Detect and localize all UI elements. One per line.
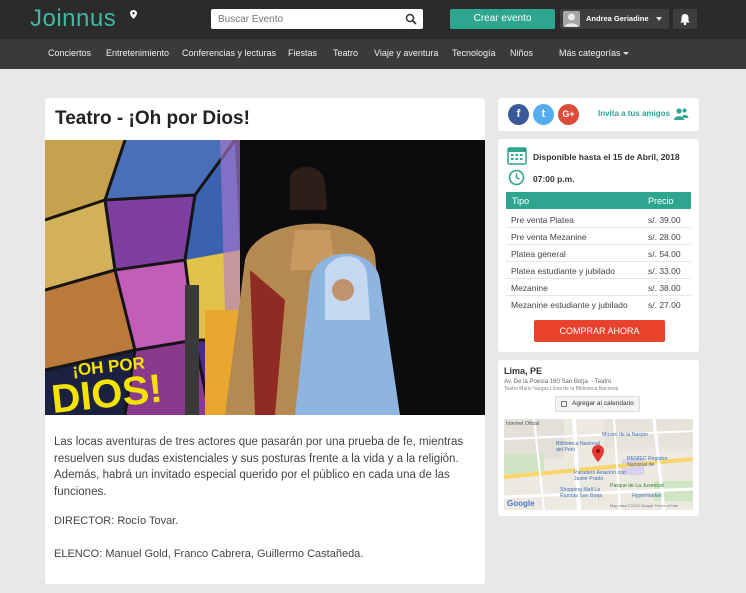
search-input[interactable] <box>211 9 391 30</box>
twitter-icon[interactable]: t <box>533 104 554 125</box>
event-cast: ELENCO: Manuel Gold, Franco Cabrera, Gui… <box>54 548 364 560</box>
ticket-type: Mezanine <box>511 283 548 293</box>
checkbox-icon <box>561 401 567 407</box>
ticket-type: Platea general <box>511 249 566 259</box>
nav-item-tecnologia[interactable]: Tecnología <box>452 48 496 58</box>
page-title: Teatro - ¡Oh por Dios! <box>55 108 250 129</box>
table-row: Platea estudiante y jubilado s/. 33.00 <box>506 262 691 279</box>
add-friends-icon[interactable] <box>673 106 689 122</box>
event-image[interactable]: ¡OH POR DIOS! <box>45 140 485 415</box>
nav-item-conciertos[interactable]: Conciertos <box>48 48 91 58</box>
google-plus-icon[interactable]: G+ <box>558 104 579 125</box>
create-event-button[interactable]: Crear evento <box>450 9 555 29</box>
bell-icon <box>680 14 690 26</box>
map-label: Museo de la Nación <box>602 432 648 438</box>
location-venue: Teatro Mario Vargas Llosa de la Bibliote… <box>504 386 619 392</box>
ticket-type: Mezanine estudiante y jubilado <box>511 300 628 310</box>
user-name: Andrea Geriadine <box>586 14 649 23</box>
nav-item-viaje[interactable]: Viaje y aventura <box>374 48 438 58</box>
search-icon[interactable] <box>405 13 417 25</box>
nav-item-ninos[interactable]: Niños <box>510 48 533 58</box>
table-row: Platea general s/. 54.00 <box>506 245 691 262</box>
buy-now-button[interactable]: COMPRAR AHORA <box>534 320 665 342</box>
location-address: Av. De la Poesía 160 San Borja. - Teatro <box>504 379 612 385</box>
event-time: 07:00 p.m. <box>533 174 575 184</box>
location-pin-icon <box>130 10 137 19</box>
chevron-down-icon <box>656 17 662 21</box>
ticket-price: s/. 38.00 <box>648 283 681 293</box>
nav-item-entretenimiento[interactable]: Entretenimiento <box>106 48 169 58</box>
table-row: Mezanine s/. 38.00 <box>506 279 691 296</box>
ticket-type: Pre venta Platea <box>511 215 574 225</box>
chevron-down-icon <box>623 52 629 55</box>
event-card: Teatro - ¡Oh por Dios! ¡OH POR DIOS! Las… <box>45 98 485 584</box>
nav-item-conferencias[interactable]: Conferencias y lecturas <box>182 48 276 58</box>
ticket-price: s/. 33.00 <box>648 266 681 276</box>
map-label: Hypermarket <box>632 493 662 499</box>
table-row: Pre venta Mezanine s/. 28.00 <box>506 228 691 245</box>
nav-item-teatro[interactable]: Teatro <box>333 48 358 58</box>
search-box <box>211 9 423 30</box>
ticket-price: s/. 27.00 <box>648 300 681 310</box>
availability-date: Disponible hasta el 15 de Abril, 2018 <box>533 152 680 162</box>
notifications-button[interactable] <box>673 9 697 29</box>
price-table-header: Tipo Precio <box>506 192 691 209</box>
location-map[interactable]: Internet Oficial Museo de la Nación Bibl… <box>504 419 693 510</box>
map-label: Biblioteca Nacional del Perú <box>556 441 601 453</box>
map-label: Shopping Mall La Rambla San Borja <box>560 487 603 499</box>
table-row: Mezanine estudiante y jubilado s/. 27.00 <box>506 296 691 313</box>
col-type: Tipo <box>512 196 530 206</box>
col-price: Precio <box>648 196 674 206</box>
map-label: Paradero Aviación con Javier Prado <box>574 470 626 482</box>
location-card: Lima, PE Av. De la Poesía 160 San Borja.… <box>498 360 699 516</box>
user-menu[interactable]: Andrea Geriadine <box>560 9 669 29</box>
map-label: RENIEC Registro Nacional de <box>627 456 668 468</box>
avatar <box>563 11 580 27</box>
map-label: Parque de La Juventud <box>610 483 664 489</box>
ticket-price: s/. 54.00 <box>648 249 681 259</box>
invite-friends-link[interactable]: Invita a tus amigos <box>598 109 670 118</box>
logo[interactable]: Joinnus <box>30 5 116 33</box>
nav-item-mas-categorias[interactable]: Más categorías <box>559 48 621 58</box>
ticket-price: s/. 39.00 <box>648 215 681 225</box>
ticket-type: Pre venta Mezanine <box>511 232 587 242</box>
google-logo: Google <box>507 499 535 508</box>
event-director: DIRECTOR: Rocío Tovar. <box>54 515 179 527</box>
clock-icon <box>508 169 525 186</box>
top-bar: Joinnus Crear evento Andrea Geriadine <box>0 0 746 39</box>
ticket-type: Platea estudiante y jubilado <box>511 266 615 276</box>
facebook-icon[interactable]: f <box>508 104 529 125</box>
add-to-calendar-button[interactable]: Agregar al calendario <box>555 396 640 412</box>
add-to-calendar-label: Agregar al calendario <box>572 400 634 407</box>
ticket-price: s/. 28.00 <box>648 232 681 242</box>
location-city: Lima, PE <box>504 366 543 376</box>
tickets-card: Disponible hasta el 15 de Abril, 2018 07… <box>498 139 699 352</box>
event-description: Las locas aventuras de tres actores que … <box>54 436 464 498</box>
map-label: Internet Oficial <box>506 421 540 427</box>
calendar-icon <box>507 147 527 165</box>
category-nav: Conciertos Entretenimiento Conferencias … <box>0 39 746 69</box>
map-terms[interactable]: Map data ©2018 Google Terms of Use <box>610 503 678 508</box>
nav-item-fiestas[interactable]: Fiestas <box>288 48 317 58</box>
share-card: f t G+ Invita a tus amigos <box>498 98 699 131</box>
table-row: Pre venta Platea s/. 39.00 <box>506 211 691 228</box>
